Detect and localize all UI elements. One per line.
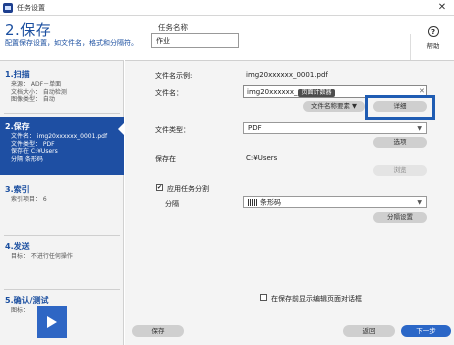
separation-select[interactable]: 条形码 ▼ [243, 196, 427, 208]
filename-example-label: 文件名示例: [155, 72, 193, 80]
save-button[interactable]: 保存 [132, 325, 184, 337]
apply-separation-label: 应用任务分割 [167, 185, 209, 193]
sidebar-step-send[interactable]: 4.发送 目标： 不进行任何操作 [0, 237, 124, 265]
app-icon [3, 3, 13, 13]
separation-value: 条形码 [260, 198, 281, 207]
barcode-icon [248, 199, 257, 206]
help-button[interactable]: ? 帮助 [416, 24, 450, 58]
window-title: 任务设置 [17, 4, 45, 12]
help-icon: ? [427, 26, 439, 37]
sidebar-step-scan[interactable]: 1.扫描 来源： ADF－单面 文档大小： 自动检测 图像类型： 自动 [0, 65, 124, 108]
next-button[interactable]: 下一步 [401, 325, 451, 337]
filename-elements-button[interactable]: 文件名称要素 ▼ [303, 101, 365, 112]
help-label: 帮助 [426, 42, 440, 50]
sidebar-step-title: 2.保存 [5, 122, 30, 131]
header: 2.保存 配置保存设置，如文件名，格式和分隔符。 任务名称 作业 ? 帮助 [0, 16, 454, 74]
file-type-select[interactable]: PDF ▼ [243, 122, 427, 134]
divider [4, 289, 120, 290]
job-name-input[interactable]: 作业 [151, 33, 239, 48]
sidebar-step-title: 3.索引 [5, 185, 30, 194]
sidebar-step-save[interactable]: 2.保存 文件名： img20xxxxxx_0001.pdf 文件类型： PDF… [0, 117, 125, 175]
title-bar: 任务设置 ✕ [0, 0, 454, 16]
clear-icon[interactable]: ✕ [419, 87, 425, 95]
sidebar-step-detail: 来源： ADF－单面 文档大小： 自动检测 图像类型： 自动 [11, 81, 67, 103]
save-in-value: C:¥Users [246, 154, 278, 162]
sidebar-step-title: 5.确认/测试 [5, 296, 49, 305]
detail-button[interactable]: 详细 [373, 101, 427, 112]
file-type-value: PDF [248, 124, 262, 132]
filename-prefix: img20xxxxxx_ [247, 88, 298, 96]
chevron-down-icon: ▼ [417, 125, 422, 132]
page-description: 配置保存设置，如文件名，格式和分隔符。 [5, 39, 138, 47]
main-panel: 文件名示例: img20xxxxxx_0001.pdf 文件名： img20xx… [125, 60, 454, 345]
sidebar-step-detail: 索引项目： 6 [11, 196, 47, 203]
file-type-label: 文件类型： [155, 126, 190, 134]
preview-thumbnail [37, 306, 67, 338]
divider [4, 235, 120, 236]
close-icon[interactable]: ✕ [434, 1, 450, 14]
show-edit-dialog-checkbox[interactable] [260, 294, 267, 301]
filename-label: 文件名： [155, 89, 183, 97]
divider [4, 113, 120, 114]
sidebar: 1.扫描 来源： ADF－单面 文档大小： 自动检测 图像类型： 自动 2.保存… [0, 60, 125, 345]
sidebar-step-title: 4.发送 [5, 242, 30, 251]
separation-label: 分隔 [165, 200, 179, 208]
sidebar-step-title: 1.扫描 [5, 70, 30, 79]
back-button[interactable]: 返回 [343, 325, 395, 337]
job-name-label: 任务名称 [158, 23, 188, 32]
show-edit-dialog-label: 在保存前显示编辑页面对话框 [271, 295, 362, 303]
options-button[interactable]: 选项 [373, 137, 427, 148]
chevron-down-icon: ▼ [417, 199, 422, 206]
browse-button[interactable]: 浏览 [373, 165, 427, 176]
apply-separation-checkbox[interactable]: ✔ [156, 184, 163, 191]
separation-settings-button[interactable]: 分隔设置 [373, 212, 427, 223]
footer: 保存 返回 下一步 [125, 319, 454, 345]
sidebar-step-detail: 文件名： img20xxxxxx_0001.pdf 文件类型： PDF 保存在 … [11, 133, 108, 163]
filename-example-value: img20xxxxxx_0001.pdf [246, 71, 328, 79]
sidebar-step-detail: 目标： 不进行任何操作 [11, 253, 73, 260]
save-in-label: 保存在 [155, 155, 176, 163]
page-counter-token[interactable]: 页面计数器 [298, 89, 335, 97]
page-title: 2.保存 [5, 21, 52, 39]
play-icon [47, 316, 57, 328]
sidebar-step-index[interactable]: 3.索引 索引项目： 6 [0, 180, 124, 208]
